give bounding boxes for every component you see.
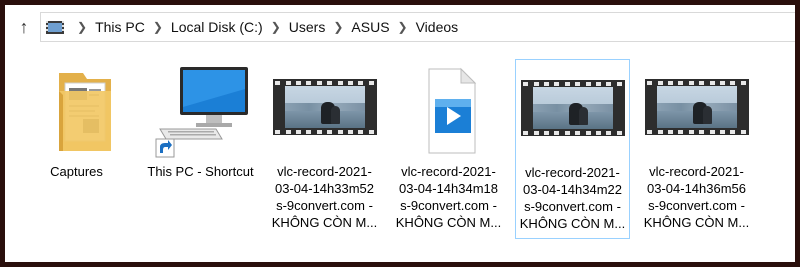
shortcut-item-this-pc[interactable]: This PC - Shortcut <box>143 59 258 239</box>
label-line: 03-04-14h36m56 <box>646 181 747 196</box>
video-item[interactable]: vlc-record-2021- 03-04-14h36m56 s-9conve… <box>639 59 754 239</box>
label-line: s-9convert.com - <box>648 198 745 213</box>
label-line: This PC - Shortcut <box>147 164 254 179</box>
address-bar: ↑ ❯ This PC ❯ Local Disk (C:) ❯ Users ❯ … <box>10 10 795 44</box>
label-line: KHÔNG CÒN M... <box>519 216 626 231</box>
item-label: vlc-record-2021- 03-04-14h36m56 s-9conve… <box>639 163 754 231</box>
item-label: vlc-record-2021- 03-04-14h34m22 s-9conve… <box>516 164 629 232</box>
label-line: KHÔNG CÒN M... <box>643 215 750 230</box>
label-line: 03-04-14h34m18 <box>398 181 499 196</box>
breadcrumb-local-disk[interactable]: Local Disk (C:) <box>171 19 263 35</box>
video-file-icon <box>428 67 476 154</box>
folder-icon <box>58 73 111 151</box>
chevron-right-icon[interactable]: ❯ <box>153 20 163 34</box>
breadcrumb-videos[interactable]: Videos <box>416 19 459 35</box>
label-line: 03-04-14h33m52 <box>274 181 375 196</box>
item-label: Captures <box>19 163 134 180</box>
video-item[interactable]: vlc-record-2021- 03-04-14h34m18 s-9conve… <box>391 59 506 239</box>
video-thumbnail <box>644 79 749 135</box>
label-line: s-9convert.com - <box>400 198 497 213</box>
breadcrumb-this-pc[interactable]: This PC <box>95 19 145 35</box>
folder-item-captures[interactable]: Captures <box>19 59 134 239</box>
label-line: KHÔNG CÒN M... <box>271 215 378 230</box>
file-grid: Captures This PC - Shortcut vlc-record-2… <box>10 49 795 262</box>
up-arrow-icon[interactable]: ↑ <box>10 10 38 44</box>
video-thumbnail <box>272 79 377 135</box>
computer-shortcut-icon <box>155 67 248 158</box>
thumbnail <box>639 79 754 159</box>
explorer-window: ↑ ❯ This PC ❯ Local Disk (C:) ❯ Users ❯ … <box>0 0 800 267</box>
video-item[interactable]: vlc-record-2021- 03-04-14h33m52 s-9conve… <box>267 59 382 239</box>
chevron-right-icon[interactable]: ❯ <box>398 20 408 34</box>
label-line: 03-04-14h34m22 <box>522 182 623 197</box>
label-line: s-9convert.com - <box>276 198 373 213</box>
breadcrumb-users[interactable]: Users <box>289 19 326 35</box>
item-label: vlc-record-2021- 03-04-14h33m52 s-9conve… <box>267 163 382 231</box>
label-line: vlc-record-2021- <box>649 164 744 179</box>
thumbnail <box>19 59 134 159</box>
label-line: vlc-record-2021- <box>277 164 372 179</box>
label-line: vlc-record-2021- <box>525 165 620 180</box>
item-label: vlc-record-2021- 03-04-14h34m18 s-9conve… <box>391 163 506 231</box>
thumbnail <box>267 79 382 159</box>
label-line: vlc-record-2021- <box>401 164 496 179</box>
video-item-selected[interactable]: vlc-record-2021- 03-04-14h34m22 s-9conve… <box>515 59 630 239</box>
thumbnail <box>143 59 258 159</box>
chevron-right-icon[interactable]: ❯ <box>77 20 87 34</box>
label-line: Captures <box>50 164 103 179</box>
videos-folder-icon <box>46 21 64 34</box>
thumbnail <box>391 59 506 159</box>
label-line: s-9convert.com - <box>524 199 621 214</box>
thumbnail <box>516 80 629 160</box>
chevron-right-icon[interactable]: ❯ <box>271 20 281 34</box>
address-box[interactable]: ❯ This PC ❯ Local Disk (C:) ❯ Users ❯ AS… <box>40 12 795 42</box>
item-label: This PC - Shortcut <box>143 163 258 180</box>
breadcrumb-asus[interactable]: ASUS <box>351 19 389 35</box>
chevron-right-icon[interactable]: ❯ <box>333 20 343 34</box>
label-line: KHÔNG CÒN M... <box>395 215 502 230</box>
video-thumbnail <box>520 80 625 136</box>
